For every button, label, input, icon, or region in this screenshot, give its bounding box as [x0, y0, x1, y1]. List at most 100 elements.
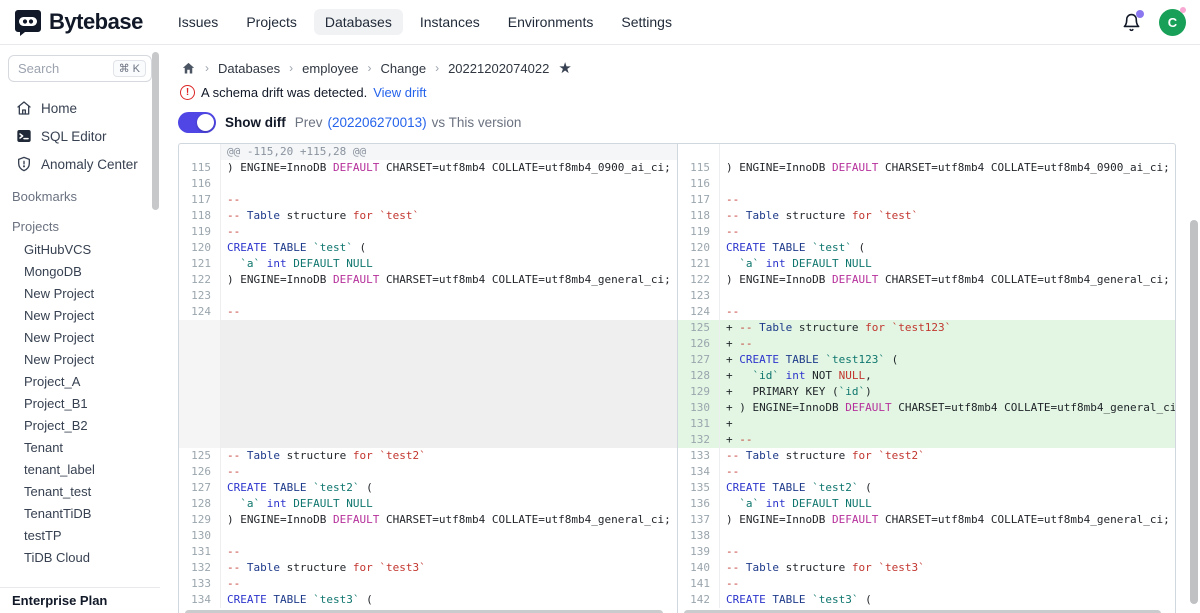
line-number: 133 [678, 448, 720, 464]
sidebar-project-testtp[interactable]: testTP [0, 524, 160, 546]
nav-item-environments[interactable]: Environments [497, 9, 605, 35]
sidebar-project-new-project[interactable]: New Project [0, 304, 160, 326]
right-diff-row: 134-- [678, 464, 1175, 480]
sidebar-project-project-b1[interactable]: Project_B1 [0, 392, 160, 414]
right-diff-row: 131+ [678, 416, 1175, 432]
left-diff-row: 120CREATE TABLE `test` ( [179, 240, 677, 256]
sidebar-project-new-project[interactable]: New Project [0, 282, 160, 304]
diff-toggle-row: Show diff Prev (202206270013) vs This ve… [160, 102, 1200, 134]
show-diff-toggle[interactable] [178, 112, 216, 133]
view-drift-link[interactable]: View drift [373, 85, 426, 100]
alert-text: A schema drift was detected. [201, 85, 367, 100]
notifications-button[interactable] [1122, 13, 1141, 32]
breadcrumb-separator: › [289, 61, 293, 75]
sidebar-item-anomaly-center[interactable]: Anomaly Center [0, 150, 160, 178]
nav-item-databases[interactable]: Databases [314, 9, 403, 35]
diff-right-rows: 115) ENGINE=InnoDB DEFAULT CHARSET=utf8m… [678, 144, 1175, 608]
sidebar-project-new-project[interactable]: New Project [0, 348, 160, 370]
breadcrumb: ›Databases›employee›Change›2022120207402… [160, 45, 1200, 78]
search-shortcut-badge: ⌘ K [113, 60, 146, 77]
terminal-icon [16, 128, 32, 144]
show-diff-label: Show diff [225, 115, 286, 130]
line-number: 140 [678, 560, 720, 576]
line-number: 137 [678, 512, 720, 528]
right-diff-row: 117-- [678, 192, 1175, 208]
diff-pane-previous: @@ -115,20 +115,28 @@115) ENGINE=InnoDB … [179, 144, 677, 613]
bytebase-logo[interactable]: Bytebase [14, 8, 143, 36]
sidebar-project-tidb-cloud[interactable]: TiDB Cloud [0, 546, 160, 568]
plan-badge: Enterprise Plan [0, 587, 160, 613]
line-number: 115 [179, 160, 221, 176]
page-vertical-scrollbar[interactable] [1190, 220, 1198, 604]
code-line: -- [221, 224, 677, 240]
sidebar-project-githubvcs[interactable]: GitHubVCS [0, 238, 160, 260]
breadcrumb-item-20221202074022[interactable]: 20221202074022 [448, 61, 549, 76]
code-line: -- [720, 464, 1175, 480]
code-line: -- Table structure for `test` [221, 208, 677, 224]
breadcrumb-home-icon[interactable] [181, 61, 196, 76]
code-line: + CREATE TABLE `test123` ( [720, 352, 1175, 368]
breadcrumb-separator: › [435, 61, 439, 75]
right-diff-row: 140-- Table structure for `test3` [678, 560, 1175, 576]
avatar[interactable]: C [1159, 9, 1186, 36]
breadcrumb-item-databases[interactable]: Databases [218, 61, 280, 76]
code-line: -- [720, 304, 1175, 320]
nav-item-instances[interactable]: Instances [409, 9, 491, 35]
left-diff-placeholder [179, 320, 677, 448]
code-line [720, 288, 1175, 304]
left-diff-row: 129) ENGINE=InnoDB DEFAULT CHARSET=utf8m… [179, 512, 677, 528]
code-line: CREATE TABLE `test2` ( [720, 480, 1175, 496]
code-line: + [720, 416, 1175, 432]
line-number: 141 [678, 576, 720, 592]
sidebar-project-project-a[interactable]: Project_A [0, 370, 160, 392]
sidebar-project-tenanttidb[interactable]: TenantTiDB [0, 502, 160, 524]
search-placeholder: Search [18, 61, 113, 76]
nav-item-projects[interactable]: Projects [235, 9, 308, 35]
code-line: `a` int DEFAULT NULL [720, 496, 1175, 512]
line-number: 123 [678, 288, 720, 304]
code-line: ) ENGINE=InnoDB DEFAULT CHARSET=utf8mb4 … [720, 272, 1175, 288]
left-diff-row: 124-- [179, 304, 677, 320]
line-number: 118 [179, 208, 221, 224]
line-number: 133 [179, 576, 221, 592]
code-line: -- Table structure for `test2` [221, 448, 677, 464]
sidebar-scrollbar[interactable] [152, 52, 159, 210]
top-nav: Bytebase IssuesProjectsDatabasesInstance… [0, 0, 1200, 45]
right-diff-row: 136 `a` int DEFAULT NULL [678, 496, 1175, 512]
notification-badge [1136, 10, 1144, 18]
left-diff-row: 126-- [179, 464, 677, 480]
code-line: CREATE TABLE `test3` ( [720, 592, 1175, 608]
code-line: -- [221, 576, 677, 592]
search-input[interactable]: Search ⌘ K [8, 55, 152, 82]
hunk-header: @@ -115,20 +115,28 @@ [221, 144, 677, 160]
line-number: 132 [678, 432, 720, 448]
code-line: -- [720, 544, 1175, 560]
left-diff-row: 127CREATE TABLE `test2` ( [179, 480, 677, 496]
code-line: CREATE TABLE `test3` ( [221, 592, 677, 608]
nav-item-settings[interactable]: Settings [610, 9, 683, 35]
left-diff-row: 115) ENGINE=InnoDB DEFAULT CHARSET=utf8m… [179, 160, 677, 176]
line-number: 116 [678, 176, 720, 192]
sidebar-item-sql-editor[interactable]: SQL Editor [0, 122, 160, 150]
prev-version-link[interactable]: (202206270013) [328, 115, 427, 130]
left-diff-row: 128 `a` int DEFAULT NULL [179, 496, 677, 512]
sidebar-item-home[interactable]: Home [0, 94, 160, 122]
sidebar-project-project-b2[interactable]: Project_B2 [0, 414, 160, 436]
left-diff-row: 118-- Table structure for `test` [179, 208, 677, 224]
breadcrumb-item-change[interactable]: Change [381, 61, 427, 76]
bytebase-logo-icon [14, 8, 42, 36]
breadcrumb-separator: › [205, 61, 209, 75]
code-line: + `id` int NOT NULL, [720, 368, 1175, 384]
sidebar-project-new-project[interactable]: New Project [0, 326, 160, 348]
sidebar-project-mongodb[interactable]: MongoDB [0, 260, 160, 282]
line-number: 125 [179, 448, 221, 464]
sidebar-project-tenant-test[interactable]: Tenant_test [0, 480, 160, 502]
diff-pane-current: 115) ENGINE=InnoDB DEFAULT CHARSET=utf8m… [677, 144, 1175, 613]
sidebar-project-tenant-label[interactable]: tenant_label [0, 458, 160, 480]
nav-item-issues[interactable]: Issues [167, 9, 229, 35]
prev-label: Prev [295, 115, 323, 130]
breadcrumb-item-employee[interactable]: employee [302, 61, 358, 76]
favorite-star-icon[interactable]: ★ [558, 61, 571, 76]
right-diff-row: 126+ -- [678, 336, 1175, 352]
sidebar-project-tenant[interactable]: Tenant [0, 436, 160, 458]
